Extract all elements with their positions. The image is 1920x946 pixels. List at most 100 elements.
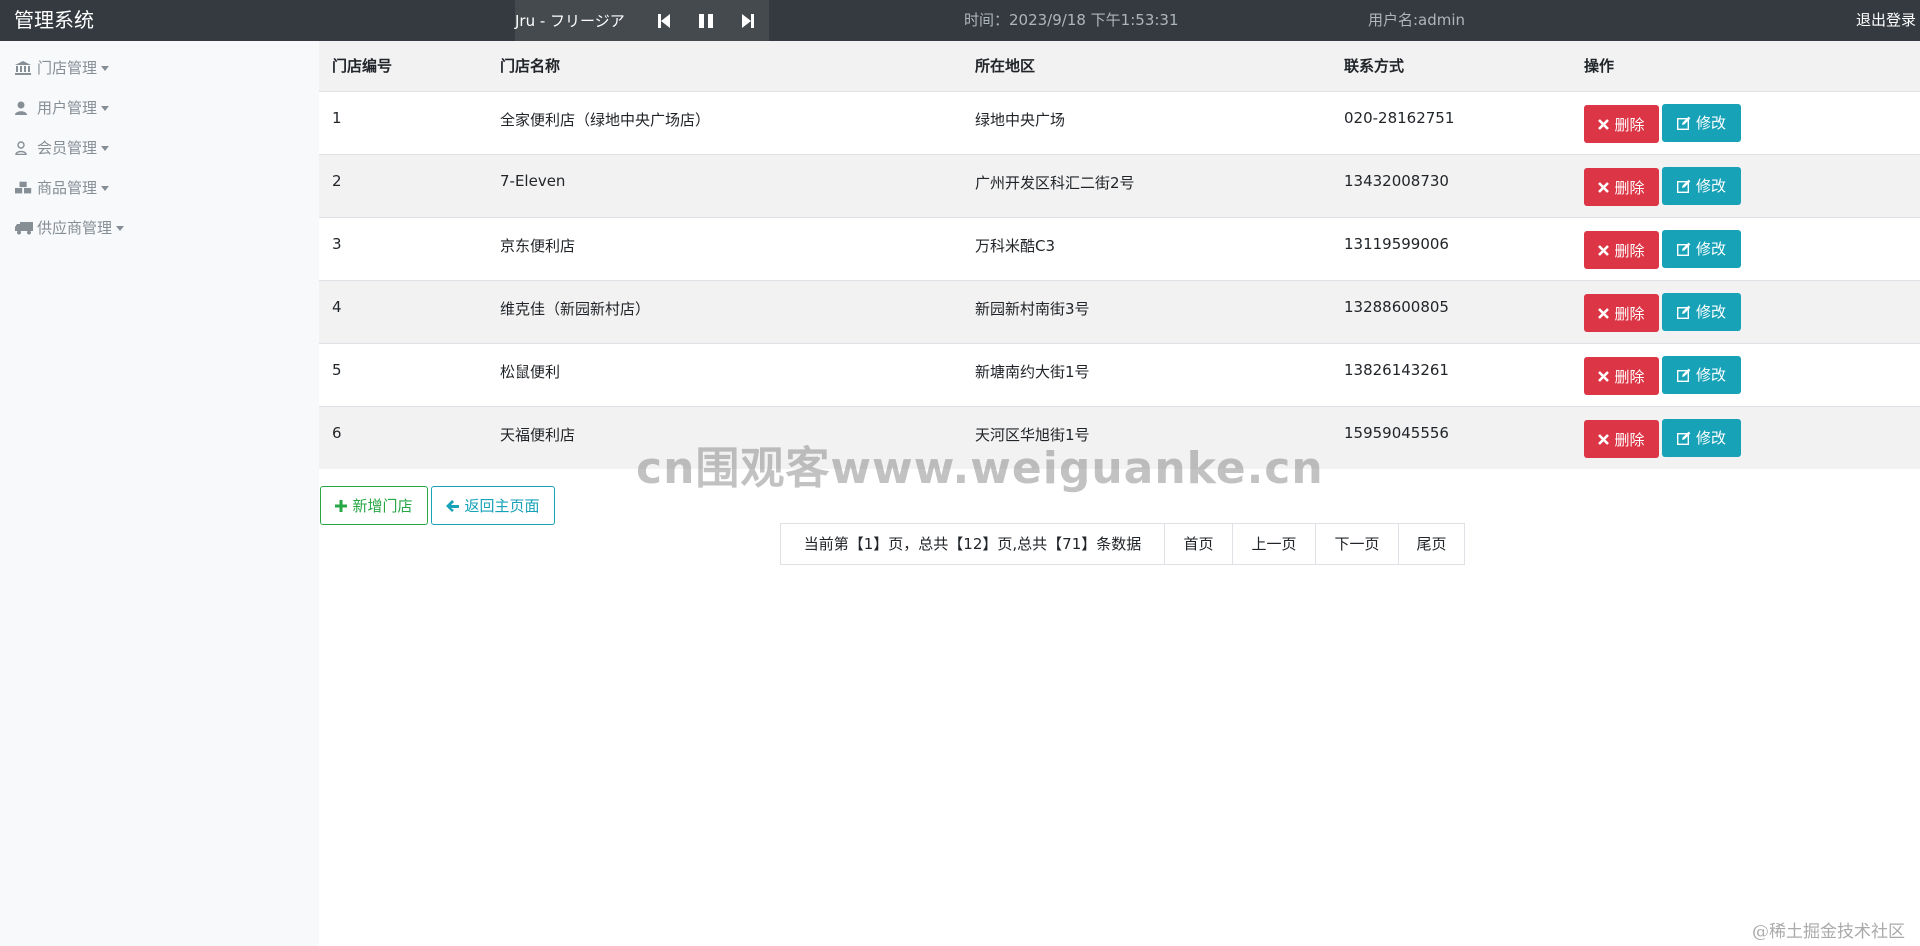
delete-button[interactable]: 删除 [1584, 168, 1659, 206]
caret-down-icon [116, 225, 125, 231]
add-store-button[interactable]: 新增门店 [320, 486, 428, 525]
next-page-button[interactable]: 下一页 [1315, 523, 1399, 565]
edit-icon [1676, 179, 1691, 193]
edit-label: 修改 [1695, 366, 1726, 384]
store-name-cell: 京东便利店 [487, 216, 962, 280]
times-icon [1598, 244, 1610, 256]
pagination: 当前第【1】页，总共【12】页,总共【71】条数据 首页 上一页 下一页 尾页 [780, 523, 1465, 565]
store-name-cell: 松鼠便利 [487, 342, 962, 406]
times-icon [1598, 118, 1610, 130]
previous-page-button[interactable]: 上一页 [1232, 523, 1316, 565]
table-row: 1 全家便利店（绿地中央广场店） 绿地中央广场 020-28162751 删除 修改 [319, 90, 1920, 154]
add-store-label: 新增门店 [352, 497, 413, 515]
first-page-button[interactable]: 首页 [1164, 523, 1233, 565]
username-display: 用户名:admin [1368, 11, 1466, 29]
delete-label: 删除 [1614, 115, 1645, 134]
contact-cell: 15959045556 [1331, 405, 1571, 469]
sidebar-item-user-management[interactable]: 用户管理 [15, 96, 110, 120]
delete-label: 删除 [1614, 304, 1645, 323]
delete-button[interactable]: 删除 [1584, 231, 1659, 269]
edit-label: 修改 [1695, 429, 1726, 447]
edit-button[interactable]: 修改 [1662, 103, 1741, 142]
edit-label: 修改 [1695, 303, 1726, 321]
edit-label: 修改 [1695, 240, 1726, 258]
delete-label: 删除 [1614, 241, 1645, 260]
edit-button[interactable]: 修改 [1662, 229, 1741, 268]
next-track-icon[interactable] [727, 0, 769, 41]
contact-cell: 020-28162751 [1331, 90, 1571, 154]
actions-cell: 删除 修改 [1571, 405, 1920, 469]
table-row: 2 7-Eleven 广州开发区科汇二街2号 13432008730 删除 修改 [319, 153, 1920, 217]
delete-label: 删除 [1614, 367, 1645, 386]
bank-icon [15, 61, 33, 75]
store-id-cell: 4 [319, 279, 487, 343]
table-row: 5 松鼠便利 新塘南约大街1号 13826143261 删除 修改 [319, 342, 1920, 406]
back-home-button[interactable]: 返回主页面 [431, 486, 555, 525]
user-icon [15, 101, 33, 115]
sidebar-item-member-management[interactable]: 会员管理 [15, 136, 110, 160]
edit-icon [1676, 116, 1691, 130]
sidebar-item-store-management[interactable]: 门店管理 [15, 56, 110, 80]
delete-button[interactable]: 删除 [1584, 105, 1659, 143]
back-home-label: 返回主页面 [464, 497, 540, 515]
sidebar-item-label: 供应商管理 [37, 219, 113, 237]
delete-button[interactable]: 删除 [1584, 420, 1659, 458]
watermark-text: cn围观客www.weiguanke.cn [636, 443, 1324, 494]
table-row: 3 京东便利店 万科米酷C3 13119599006 删除 修改 [319, 216, 1920, 280]
contact-cell: 13288600805 [1331, 279, 1571, 343]
edit-icon [1676, 305, 1691, 319]
edit-button[interactable]: 修改 [1662, 355, 1741, 394]
store-id-cell: 1 [319, 90, 487, 154]
region-cell: 广州开发区科汇二街2号 [962, 153, 1331, 217]
sidebar-item-supplier-management[interactable]: 供应商管理 [15, 216, 125, 240]
arrow-left-icon [446, 499, 460, 512]
current-time: 时间：2023/9/18 下午1:53:31 [964, 11, 1179, 29]
column-header-actions: 操作 [1584, 57, 1615, 76]
pagination-info: 当前第【1】页，总共【12】页,总共【71】条数据 [780, 523, 1165, 565]
edit-button[interactable]: 修改 [1662, 166, 1741, 205]
column-header-store-id: 门店编号 [332, 57, 393, 76]
truck-icon [15, 221, 33, 235]
store-name-cell: 维克佳（新园新村店） [487, 279, 962, 343]
previous-track-icon[interactable] [642, 0, 684, 41]
delete-button[interactable]: 删除 [1584, 294, 1659, 332]
player-song-title: Jru - フリージア [515, 12, 625, 30]
last-page-button[interactable]: 尾页 [1398, 523, 1465, 565]
brand-title[interactable]: 管理系统 [14, 0, 94, 41]
delete-label: 删除 [1614, 430, 1645, 449]
store-name-cell: 7-Eleven [487, 153, 962, 217]
times-icon [1598, 307, 1610, 319]
delete-button[interactable]: 删除 [1584, 357, 1659, 395]
contact-cell: 13432008730 [1331, 153, 1571, 217]
actions-cell: 删除 修改 [1571, 216, 1920, 280]
edit-label: 修改 [1695, 177, 1726, 195]
edit-button[interactable]: 修改 [1662, 292, 1741, 331]
store-id-cell: 2 [319, 153, 487, 217]
times-icon [1598, 433, 1610, 445]
sidebar-item-product-management[interactable]: 商品管理 [15, 176, 110, 200]
edit-button[interactable]: 修改 [1662, 418, 1741, 457]
region-cell: 万科米酷C3 [962, 216, 1331, 280]
column-header-region: 所在地区 [975, 57, 1036, 76]
region-cell: 绿地中央广场 [962, 90, 1331, 154]
user-outline-icon [15, 141, 33, 155]
column-header-store-name: 门店名称 [500, 57, 561, 76]
caret-down-icon [101, 65, 110, 71]
caret-down-icon [101, 105, 110, 111]
delete-label: 删除 [1614, 178, 1645, 197]
table-row: 4 维克佳（新园新村店） 新园新村南街3号 13288600805 删除 修改 [319, 279, 1920, 343]
sidebar-item-label: 用户管理 [37, 99, 98, 117]
plus-icon [335, 499, 348, 512]
cubes-icon [15, 181, 33, 195]
top-navbar: 管理系统 Jru - フリージア 时间：2023/9/18 下午1:53:31 … [0, 0, 1920, 41]
pause-icon[interactable] [685, 0, 727, 41]
caret-down-icon [101, 145, 110, 151]
contact-cell: 13119599006 [1331, 216, 1571, 280]
actions-cell: 删除 修改 [1571, 342, 1920, 406]
music-player: Jru - フリージア [515, 0, 769, 41]
store-id-cell: 3 [319, 216, 487, 280]
times-icon [1598, 181, 1610, 193]
logout-link[interactable]: 退出登录 [1856, 0, 1916, 41]
store-id-cell: 6 [319, 405, 487, 469]
store-table-container: 门店编号 门店名称 所在地区 联系方式 操作 1 全家便利店（绿地中央广场店） 绿地… [319, 41, 1920, 469]
